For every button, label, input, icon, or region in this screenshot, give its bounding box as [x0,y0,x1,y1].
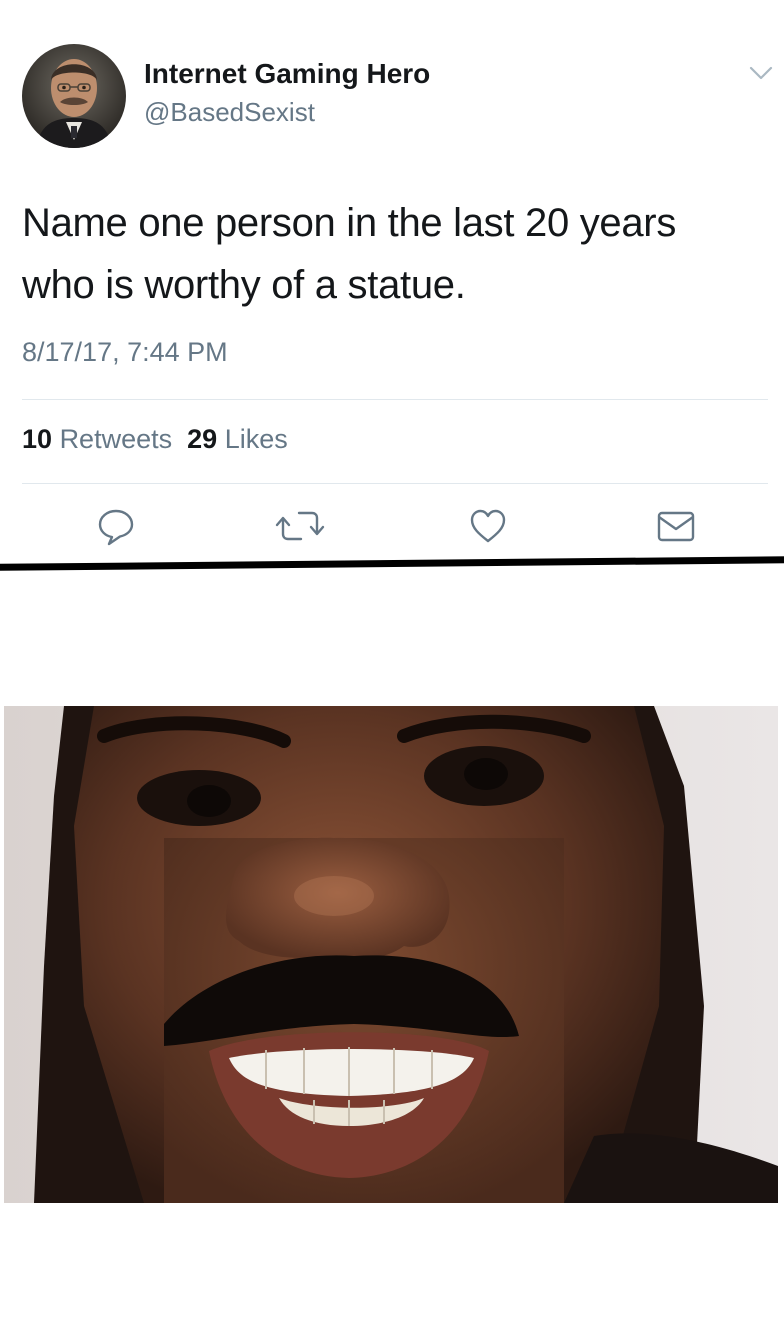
tweet-stats: 10 Retweets 29 Likes [22,424,288,455]
meme-face-image [4,706,778,1203]
reply-icon[interactable] [96,506,136,546]
retweets-label: Retweets [59,424,173,454]
timestamp[interactable]: 8/17/17, 7:44 PM [22,337,228,368]
message-icon[interactable] [656,506,696,546]
handle[interactable]: @BasedSexist [144,97,315,128]
retweets-stat[interactable]: 10 Retweets [22,424,172,454]
chevron-down-icon[interactable] [748,64,774,82]
divider [22,399,768,400]
portrait-image [22,44,126,148]
tweet-card: Internet Gaming Hero @BasedSexist Name o… [0,0,784,565]
tweet-text: Name one person in the last 20 years who… [22,192,762,316]
retweet-icon[interactable] [274,506,325,546]
avatar[interactable] [22,44,126,148]
like-icon[interactable] [468,506,508,546]
likes-stat[interactable]: 29 Likes [187,424,288,454]
divider [22,483,768,484]
tweet-text-line: who is worthy of a statue. [22,263,466,307]
tweet-text-line: Name one person in the last 20 years [22,201,677,245]
likes-count: 29 [187,424,218,454]
display-name[interactable]: Internet Gaming Hero [144,58,430,90]
likes-label: Likes [224,424,288,454]
retweets-count: 10 [22,424,53,454]
